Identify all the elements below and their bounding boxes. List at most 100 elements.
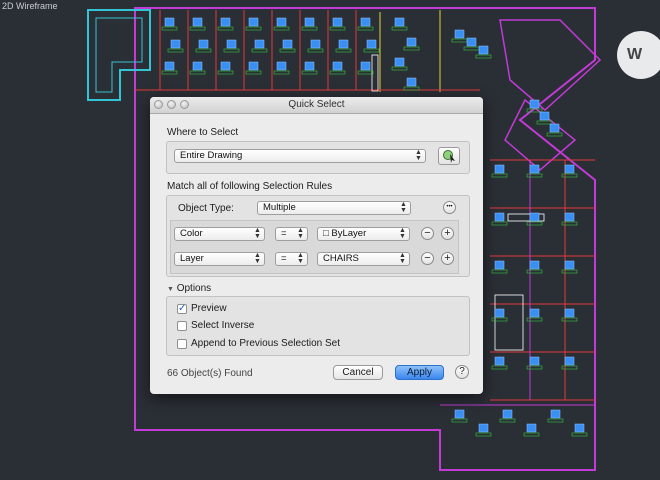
chair-block xyxy=(529,164,540,174)
desk-edge xyxy=(463,46,480,51)
popup-arrows-icon: ▲ ▼ xyxy=(415,149,422,162)
desk-edge xyxy=(526,221,543,226)
chair-block xyxy=(366,39,377,49)
chair-block xyxy=(220,17,231,27)
cancel-button[interactable]: Cancel xyxy=(333,365,383,380)
chair-block xyxy=(529,308,540,318)
desk-edge xyxy=(561,173,578,178)
desk-edge xyxy=(526,269,543,274)
desk-edge xyxy=(391,26,408,31)
chair-block xyxy=(248,17,259,27)
disclosure-triangle-icon: ▼ xyxy=(167,286,174,293)
apply-button[interactable]: Apply xyxy=(395,365,444,380)
desk-edge xyxy=(571,432,588,437)
where-to-select-group: Entire Drawing ▲ ▼ xyxy=(166,141,470,174)
desk-edge xyxy=(189,26,206,31)
desk-edge xyxy=(335,48,352,53)
chair-block xyxy=(494,212,505,222)
desk-edge xyxy=(526,365,543,370)
rule-1-add-button[interactable]: + xyxy=(441,227,454,240)
chair-block xyxy=(310,39,321,49)
select-inverse-label: Select Inverse xyxy=(191,320,255,331)
options-group: ✓ Preview Select Inverse Append to Previ… xyxy=(166,296,470,356)
select-inverse-checkbox[interactable]: Select Inverse xyxy=(177,320,254,331)
where-to-select-label: Where to Select xyxy=(167,127,239,138)
rule-2-add-button[interactable]: + xyxy=(441,252,454,265)
chair-block xyxy=(564,356,575,366)
where-to-select-popup[interactable]: Entire Drawing ▲ ▼ xyxy=(174,149,426,163)
chair-block xyxy=(198,39,209,49)
desk-edge xyxy=(546,132,563,137)
desk-edge xyxy=(279,48,296,53)
popup-arrows-icon: ▲ ▼ xyxy=(399,227,406,240)
desk-edge xyxy=(217,26,234,31)
chair-block xyxy=(539,111,550,121)
help-button[interactable]: ? xyxy=(455,365,469,379)
chair-block xyxy=(170,39,181,49)
quick-select-dialog: Quick Select Where to Select Entire Draw… xyxy=(150,97,483,394)
desk-edge xyxy=(451,38,468,43)
chair-block xyxy=(494,356,505,366)
dialog-title: Quick Select xyxy=(288,99,345,110)
rule-2-operator-popup[interactable]: = ▲ ▼ xyxy=(275,252,308,266)
chair-block xyxy=(406,77,417,87)
desk-edge xyxy=(491,173,508,178)
rule-2-property-popup[interactable]: Layer ▲ ▼ xyxy=(174,252,265,266)
chair-block xyxy=(564,308,575,318)
desk-edge xyxy=(475,54,492,59)
rule-2-remove-button[interactable]: − xyxy=(421,252,434,265)
chair-block xyxy=(529,356,540,366)
popup-arrows-icon: ▲ ▼ xyxy=(254,227,261,240)
viewcube-label: W xyxy=(627,46,643,63)
chair-block xyxy=(304,17,315,27)
rule-1-operator-popup[interactable]: = ▲ ▼ xyxy=(275,227,308,241)
append-selection-checkbox[interactable]: Append to Previous Selection Set xyxy=(177,338,340,349)
chair-block xyxy=(254,39,265,49)
chair-block xyxy=(529,260,540,270)
desk-edge xyxy=(451,418,468,423)
popup-arrows-icon: ▲ ▼ xyxy=(399,252,406,265)
popup-arrows-icon: ▲ ▼ xyxy=(254,252,261,265)
rule-1-remove-button[interactable]: − xyxy=(421,227,434,240)
object-type-popup[interactable]: Multiple ▲ ▼ xyxy=(257,201,411,215)
chair-block xyxy=(502,409,513,419)
desk-edge xyxy=(301,70,318,75)
options-disclosure[interactable]: ▼ Options xyxy=(167,283,211,294)
preview-checkbox[interactable]: ✓ Preview xyxy=(177,303,227,314)
chair-block xyxy=(466,37,477,47)
rule-1-property-popup[interactable]: Color ▲ ▼ xyxy=(174,227,265,241)
rule-1-value-popup[interactable]: □ ByLayer ▲ ▼ xyxy=(317,227,410,241)
stair-outline xyxy=(87,9,151,101)
chair-block xyxy=(526,423,537,433)
desk-edge xyxy=(536,120,553,125)
dialog-titlebar: Quick Select xyxy=(150,97,483,114)
desk-edge xyxy=(561,269,578,274)
preview-label: Preview xyxy=(191,303,227,314)
desk-edge xyxy=(161,26,178,31)
desk-edge xyxy=(547,418,564,423)
chair-block xyxy=(564,260,575,270)
rule-2-value: CHAIRS xyxy=(323,253,359,264)
chair-block xyxy=(494,164,505,174)
desk-edge xyxy=(499,418,516,423)
chair-block xyxy=(248,61,259,71)
more-options-button[interactable]: ••• xyxy=(443,201,456,214)
desk-edge xyxy=(161,70,178,75)
chair-block xyxy=(164,61,175,71)
desk-edge xyxy=(475,432,492,437)
select-objects-button[interactable] xyxy=(438,147,460,165)
chair-block xyxy=(338,39,349,49)
chair-block xyxy=(494,260,505,270)
viewport-label[interactable]: 2D Wireframe xyxy=(2,1,58,11)
viewcube-compass[interactable]: W xyxy=(617,31,660,79)
desk-edge xyxy=(523,432,540,437)
chair-block xyxy=(164,17,175,27)
checkmark-icon: ✓ xyxy=(177,302,187,314)
popup-arrows-icon: ▲ ▼ xyxy=(400,201,407,214)
desk-edge xyxy=(491,317,508,322)
chair-block xyxy=(332,17,343,27)
rule-2-value-popup[interactable]: CHAIRS ▲ ▼ xyxy=(317,252,410,266)
chair-block xyxy=(549,123,560,133)
desk-edge xyxy=(526,317,543,322)
desk-edge xyxy=(245,26,262,31)
